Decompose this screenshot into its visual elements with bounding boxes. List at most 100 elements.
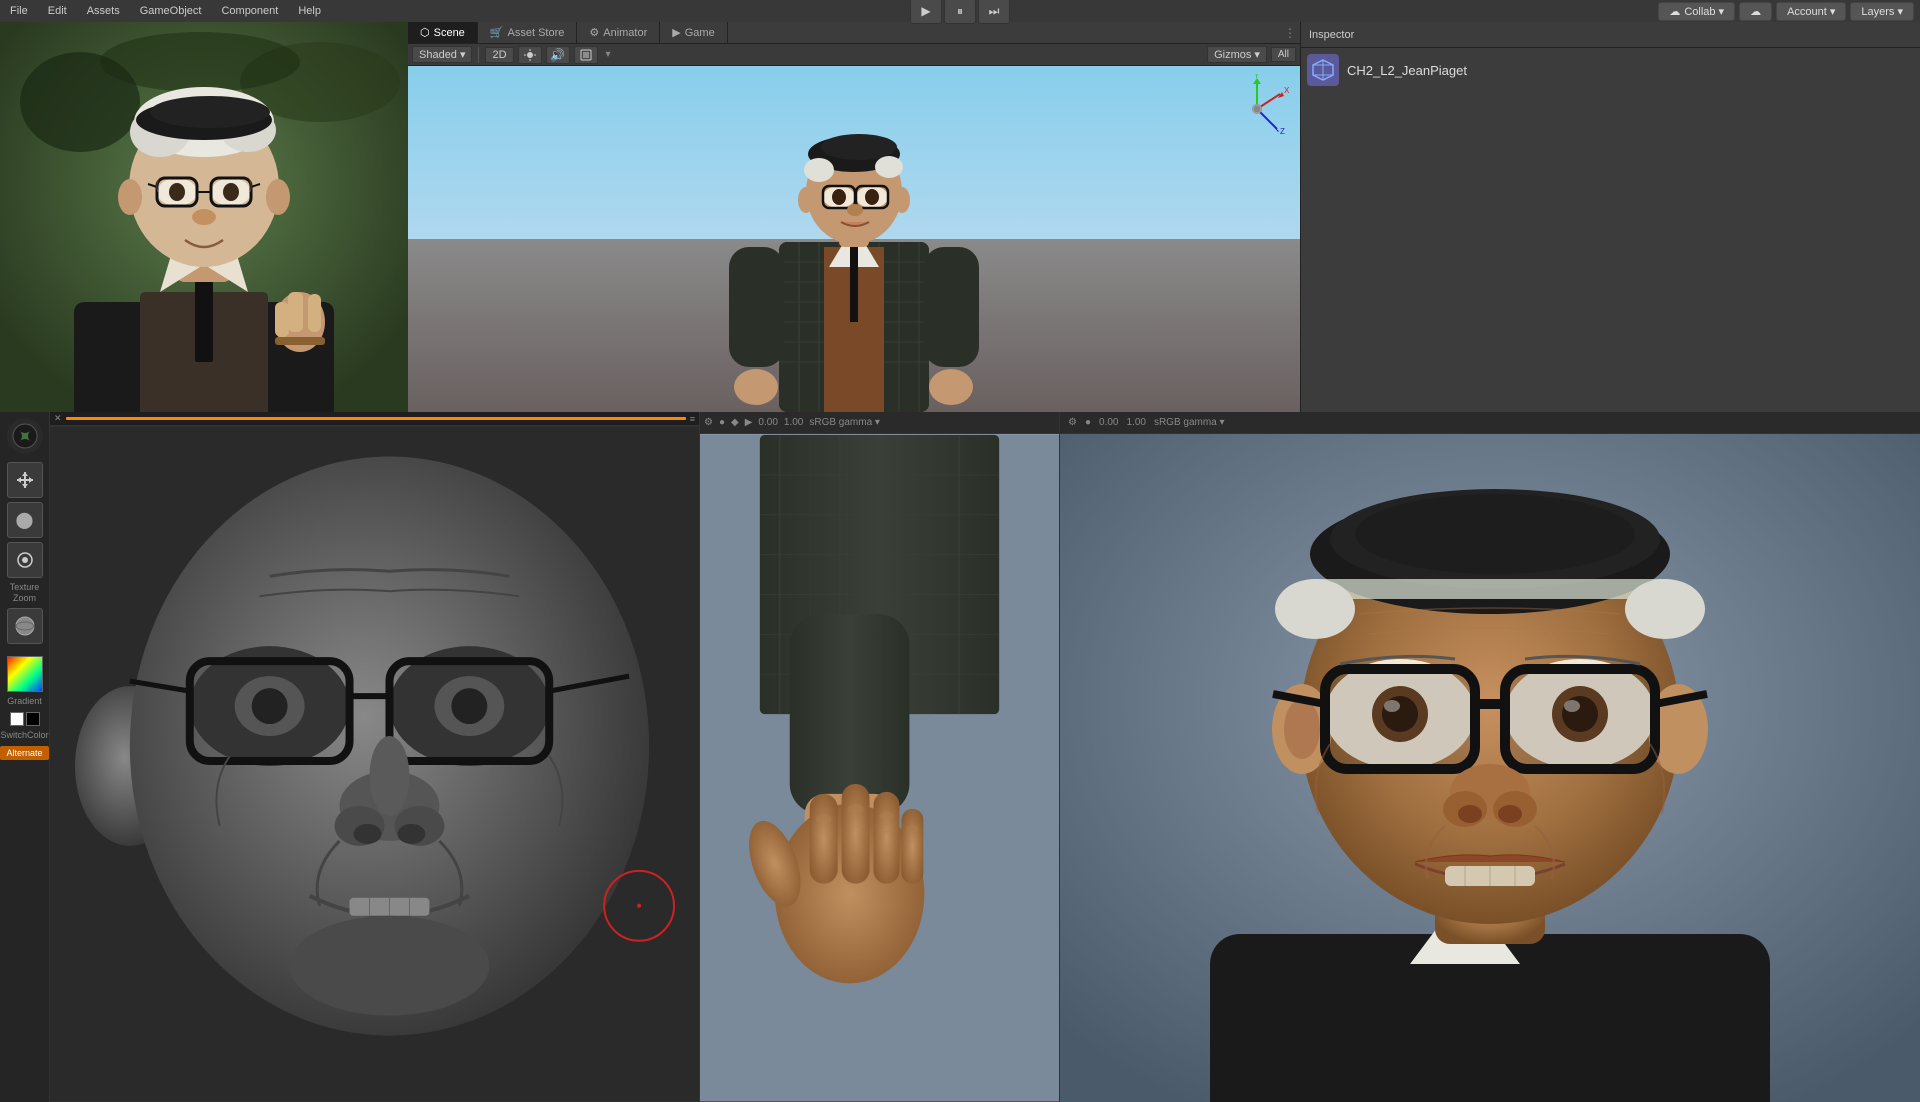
render-toolbar: ⚙ ● 0.00 1.00 sRGB gamma ▾ [1060,412,1920,434]
zbrush-progress-bar [66,417,686,420]
move-tool-btn[interactable] [7,462,43,498]
settings-icon[interactable]: ⚙ [704,417,713,428]
gizmo-svg: Y X Z [1222,74,1292,144]
render-viewport[interactable] [1060,434,1920,1102]
render-settings-icon[interactable]: ⚙ [1068,417,1077,428]
audio-btn[interactable]: 🔊 [546,46,570,64]
smooth-btn[interactable]: ⬤ [7,502,43,538]
game-tab[interactable]: ▶ Game [660,22,727,43]
gizmos-label: Gizmos [1214,49,1251,61]
alternate-btn[interactable]: Alternate [0,746,48,760]
unity-bottom-center: ⚙ ● ◆ ▶ 0.00 1.00 sRGB gamma ▾ [700,412,1060,1102]
render-gamma[interactable]: sRGB gamma ▾ [1154,417,1225,428]
zbrush-top-mini-bar: ✕ ≡ [50,412,699,426]
play-button[interactable]: ▶ [910,0,942,24]
zbrush-close-btn[interactable]: ✕ [54,413,62,424]
cloud-icon-2: ☁ [1750,5,1761,18]
menu-gameobject[interactable]: GameObject [130,3,212,19]
inspector-object-name: CH2_L2_JeanPiaget [1347,63,1467,78]
svg-text:Z: Z [1280,127,1285,136]
2d-btn[interactable]: 2D [485,47,513,63]
hand-viewport[interactable] [700,434,1059,1102]
gizmo-widget: Y X Z [1222,74,1292,144]
menu-assets[interactable]: Assets [77,3,130,19]
gradient-label: Gradient [7,696,42,706]
zbrush-menu-btn[interactable]: ≡ [690,414,695,424]
account-button[interactable]: Account ▾ [1776,2,1846,21]
hand-svg [700,434,1059,1102]
unity-tab-bar: ⬡ Scene 🛒 Asset Store ⚙ Animator ▶ Game … [408,22,1300,44]
cube-icon [1311,58,1335,82]
zbrush-logo-icon [12,423,38,449]
light-icon [523,48,537,62]
render-preview: ⚙ ● 0.00 1.00 sRGB gamma ▾ [1060,412,1920,1102]
animator-tab[interactable]: ⚙ Animator [577,22,660,43]
shading-dropdown[interactable]: Shaded ▾ [412,46,472,63]
gamma-dropdown[interactable]: sRGB gamma ▾ [809,417,880,428]
record-icon[interactable]: ● [719,417,725,428]
inspector-panel: Inspector CH2_L2_JeanPiaget [1300,22,1920,412]
all-dropdown[interactable]: All [1271,47,1296,62]
asset-store-tab[interactable]: 🛒 Asset Store [478,22,578,43]
step-button[interactable]: ⏭ [978,0,1010,24]
color-gradient-picker[interactable] [7,656,43,692]
layers-button[interactable]: Layers ▾ [1850,2,1914,21]
menu-help[interactable]: Help [288,3,331,19]
effects-btn[interactable] [574,46,598,64]
color-white[interactable] [10,712,24,726]
unity-viewport[interactable]: Y X Z [408,66,1300,412]
more-effects-btn[interactable]: ▾ [602,49,615,60]
global-right-buttons: ☁ Collab ▾ ☁ Account ▾ Layers ▾ [1658,2,1920,21]
texture-label: TextureZoom [10,582,40,604]
sphere-btn[interactable] [7,608,43,644]
menu-component[interactable]: Component [211,3,288,19]
diamond-icon[interactable]: ◆ [731,417,739,428]
asset-store-label: Asset Store [508,27,565,39]
cloud-icon: ☁ [1669,5,1680,18]
shading-arrow: ▾ [460,48,466,61]
menu-file[interactable]: File [0,3,38,19]
scene-tab[interactable]: ⬡ Scene [408,22,478,43]
fps-label: 0.00 [758,417,777,428]
pause-button[interactable]: ⏸ [944,0,976,24]
inspector-object-icon [1307,54,1339,86]
gizmos-dropdown[interactable]: Gizmos ▾ [1207,46,1267,63]
game-label: Game [685,27,715,39]
asset-store-icon: 🛒 [490,26,504,39]
character-3d-svg [679,102,1029,412]
unity-bottom-toolbar: ⚙ ● ◆ ▶ 0.00 1.00 sRGB gamma ▾ [700,412,1059,434]
switch-color-label: SwitchColor [0,730,48,740]
play-icon-small[interactable]: ▶ [745,417,753,428]
unity-toolbar: Shaded ▾ 2D 🔊 [408,44,1300,66]
play-controls: ▶ ⏸ ⏭ [910,0,1010,24]
global-top-bar: File Edit Assets GameObject Component He… [0,0,1920,22]
inspector-title: Inspector [1309,29,1354,41]
light-btn[interactable] [518,46,542,64]
render-time: 0.00 [1099,417,1118,428]
inspector-header: Inspector [1301,22,1920,48]
move-icon [15,470,35,490]
zbrush-viewport[interactable] [50,426,699,1102]
render-fps: 1.00 [1126,417,1145,428]
switch-color-container [10,712,40,726]
standard-btn[interactable] [7,542,43,578]
main-layout: Inspector CH2_L2_JeanPiaget ⬡ Scene [0,22,1920,1102]
inspector-content: CH2_L2_JeanPiaget [1301,48,1920,92]
unity-editor: ⬡ Scene 🛒 Asset Store ⚙ Animator ▶ Game … [408,22,1300,412]
collab-button[interactable]: ☁ Collab ▾ [1658,2,1735,21]
2d-label: 2D [492,49,506,61]
zbrush-face-svg [50,426,699,1102]
fps-label2: 1.00 [784,417,803,428]
animator-label: Animator [603,27,647,39]
scene-options-btn[interactable]: ⋮ [1280,23,1300,43]
cloud-button[interactable]: ☁ [1739,2,1772,21]
render-info: ● [1085,417,1091,428]
zbrush-logo [7,418,43,454]
game-icon: ▶ [672,26,680,39]
reference-photo-svg [0,22,408,430]
color-black[interactable] [26,712,40,726]
sphere-icon [14,615,36,637]
menu-edit[interactable]: Edit [38,3,77,19]
svg-text:Y: Y [1254,74,1260,80]
reference-photo [0,22,408,430]
